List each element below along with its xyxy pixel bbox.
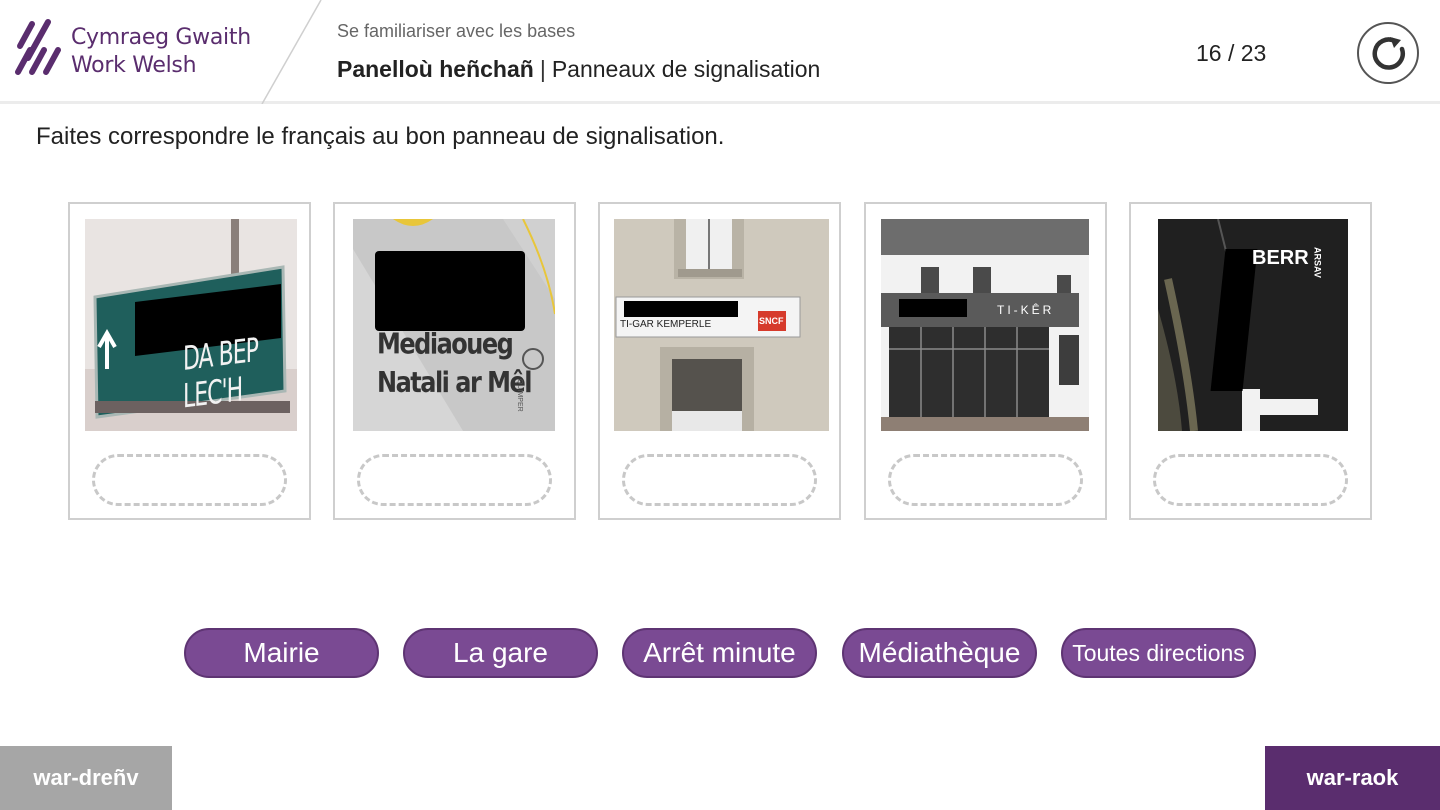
answer-chip-arret-minute[interactable]: Arrêt minute <box>622 628 817 678</box>
sign-photo-4: TI-KÊR <box>881 219 1089 431</box>
sign-text-5: ARSAV BERR <box>1252 247 1327 278</box>
sign-photo-2: Mediaoueg Natali ar Mêl QUIMPER <box>353 219 555 431</box>
title-separator: | <box>539 56 546 82</box>
sign-text-5-line2: BERR <box>1252 247 1309 269</box>
instruction-text: Faites correspondre le français au bon p… <box>36 123 725 150</box>
sign-text-3: TI-GAR KEMPERLE <box>620 319 712 330</box>
sign-text-2: Mediaoueg Natali ar Mêl <box>377 325 533 402</box>
sign-brand-2: QUIMPER <box>516 379 523 412</box>
reset-button[interactable] <box>1357 22 1419 84</box>
drop-zone-4[interactable] <box>888 454 1083 506</box>
sign-card-5: ARSAV BERR <box>1129 202 1372 520</box>
header: Cymraeg Gwaith Work Welsh Se familiarise… <box>0 0 1440 104</box>
cymraeg-gwaith-logo: Cymraeg Gwaith Work Welsh <box>14 18 284 80</box>
logo-line1: Cymraeg Gwaith <box>71 25 251 50</box>
drop-zone-5[interactable] <box>1153 454 1348 506</box>
sign-text-2-line1: Mediaoueg <box>377 327 514 361</box>
answer-chip-la-gare[interactable]: La gare <box>403 628 598 678</box>
sign-photo-5: ARSAV BERR <box>1158 219 1348 431</box>
sign-text-1: DA BEP LEC'H <box>183 332 258 417</box>
answer-chip-toutes-directions[interactable]: Toutes directions <box>1061 628 1256 678</box>
title-welsh: Panelloù heñchañ <box>337 56 534 82</box>
progress-counter: 16 / 23 <box>1196 40 1267 66</box>
sign-text-5-line1: ARSAV <box>1312 247 1323 278</box>
drop-zone-2[interactable] <box>357 454 552 506</box>
sign-card-2: Mediaoueg Natali ar Mêl QUIMPER <box>333 202 576 520</box>
logo-slashes-icon <box>15 19 61 75</box>
sign-photo-1: DA BEP LEC'H <box>85 219 297 431</box>
page-title: Panelloù heñchañ | Panneaux de signalisati… <box>337 56 820 83</box>
sign-card-4: TI-KÊR <box>864 202 1107 520</box>
sign-card-3: TI-GAR KEMPERLE SNCF <box>598 202 841 520</box>
sign-photo-3: TI-GAR KEMPERLE SNCF <box>614 219 829 431</box>
drop-zone-3[interactable] <box>622 454 817 506</box>
logo-text: Cymraeg Gwaith Work Welsh <box>71 24 251 80</box>
title-french: Panneaux de signalisation <box>551 56 821 82</box>
breadcrumb: Se familiariser avec les bases <box>337 21 576 41</box>
sign-brand-3: SNCF <box>759 316 784 326</box>
sign-text-2-line2: Natali ar Mêl <box>377 365 533 399</box>
logo-line2: Work Welsh <box>71 53 197 78</box>
previous-button[interactable]: war-dreñv <box>0 746 172 810</box>
drop-zone-1[interactable] <box>92 454 287 506</box>
answer-chip-mediatheque[interactable]: Médiathèque <box>842 628 1037 678</box>
sign-text-4: TI-KÊR <box>997 303 1055 317</box>
sign-card-1: DA BEP LEC'H <box>68 202 311 520</box>
answer-chip-mairie[interactable]: Mairie <box>184 628 379 678</box>
refresh-icon <box>1372 37 1405 70</box>
next-button[interactable]: war-raok <box>1265 746 1440 810</box>
header-divider <box>261 0 322 104</box>
